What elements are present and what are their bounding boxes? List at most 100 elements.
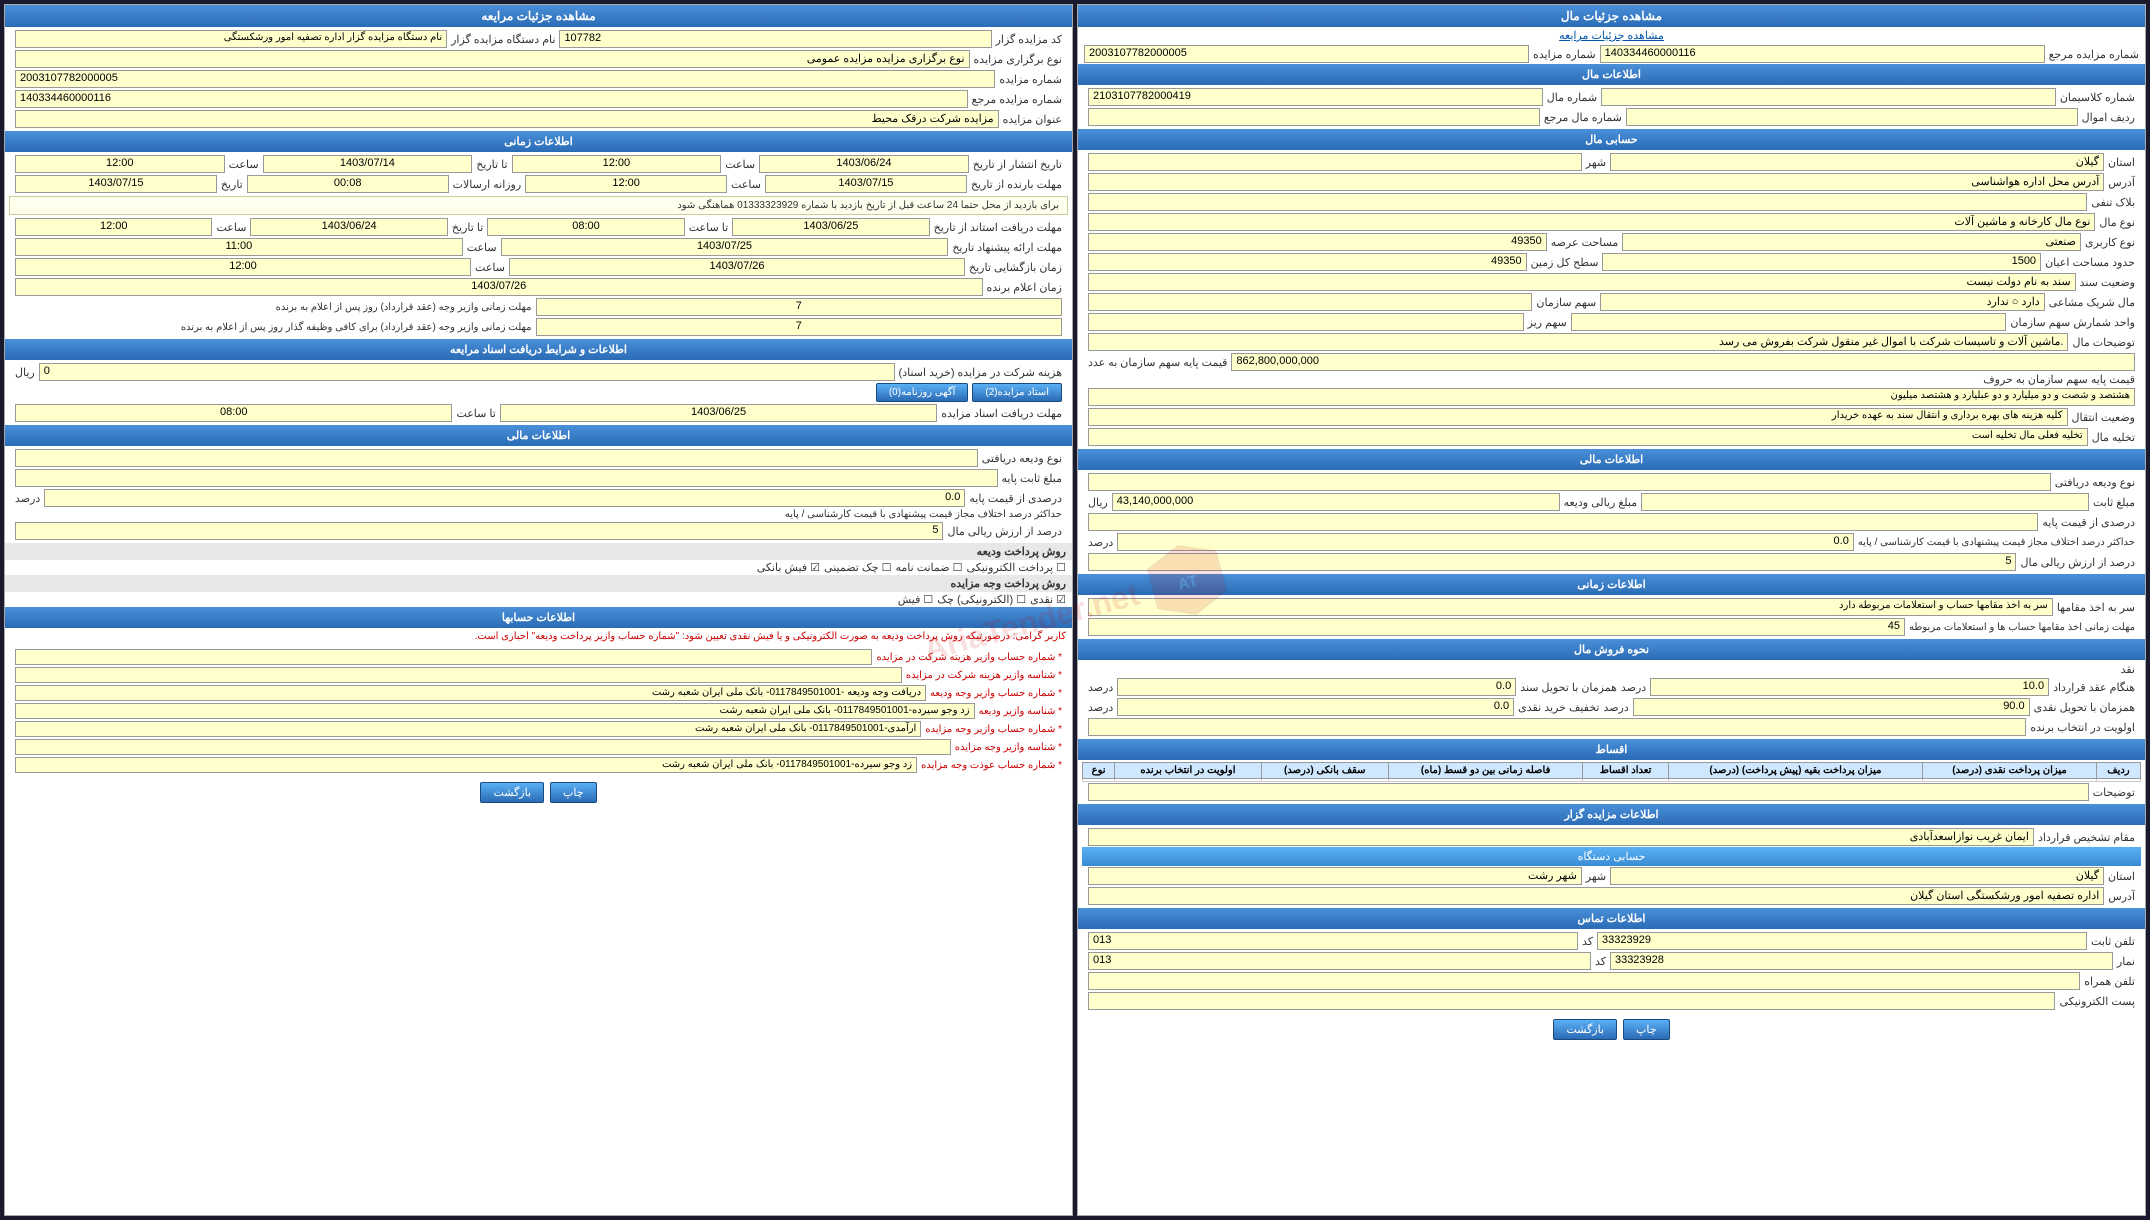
bar-akhd-label: سر به اخذ مقامها [2057, 601, 2135, 614]
account-label-6: * شماره حساب عوذت وجه مزایده [921, 760, 1062, 771]
bar-akhd-value: سر به اخذ مقامها حساب و استعلامات مربوطه… [1088, 598, 2053, 616]
left-zamani-row4: مهلت ارائه پیشنهاد تاریخ 1403/07/25 ساعت… [9, 237, 1068, 257]
onvan-mozayedeh-value: مزایده شرکت درقک محیط [15, 110, 999, 128]
gheimat-paya-value2: هشتصد و شصت و دو میلیارد و دو عبلیارد و … [1088, 388, 2135, 406]
tamas-row3: تلفن همراه [1082, 971, 2141, 991]
mohlat-ostan-ta-tarikh: 1403/06/24 [250, 218, 447, 236]
breadcrumb[interactable]: مشاهده جزئیات مرایعه [1078, 27, 2145, 44]
account-label-5: * شناسه وازیر وجه مزایده [955, 742, 1062, 753]
hesabi-row2: آدرس آدرس محل اداره هواشناسی [1082, 172, 2141, 192]
telf-hamrah-value [1088, 972, 2080, 990]
agahi-rozname-btn[interactable]: آگهی روزنامه(0) [876, 383, 969, 402]
shomare-kalas-value [1601, 88, 2056, 106]
shmara-mal-label: شماره مال [1547, 91, 1597, 104]
taghlil-value: 0.0 [1117, 698, 1514, 716]
tozih-hamahangi-value: برای بازدید از محل حتما 24 ساعت قبل از ت… [16, 198, 1061, 213]
pardakht-electronic: ☐ پرداخت الکترونیکی [967, 561, 1066, 574]
asnad-row1: هزینه شرکت در مزایده (خرید اسناد) 0 ریال [9, 362, 1068, 382]
nov-vadieh-label: نوع ودیعه دریافتی [2055, 476, 2135, 489]
left-zamani-title: اطلاعات زمانی [5, 131, 1072, 152]
tozih-label: توضیحات [2093, 786, 2135, 799]
mali-info-content: نوع ودیعه دریافتی مبلغ ثابت مبلغ ریالی و… [1078, 470, 2145, 574]
forush-row3: همزمان با تحویل نقدی 90.0 درصد تخفیف خری… [1082, 697, 2141, 717]
pardakht-voje-title-row: روش پرداخت وجه مزایده [5, 575, 1072, 592]
naghd-label: نقد [2121, 663, 2135, 676]
left-zamani-row6: زمان اعلام برنده 1403/07/26 [9, 277, 1068, 297]
mohlat-zamani-label: مهلت زمانی اخذ مقامها حساب ها و استعلاما… [1909, 622, 2135, 633]
darsad-arsh-label: درصد از ارزش ریالی مال [2020, 556, 2135, 569]
col-saqf: سقف بانکی (درصد) [1261, 763, 1388, 779]
account-label-2: * شماره حساب وازیر وجه ودیعه [930, 688, 1062, 699]
col-fasele: فاصله زمانی بین دو قسط (ماه) [1388, 763, 1583, 779]
mali-info-title: اطلاعات مالی [1078, 449, 2145, 470]
left-zamani-row2: مهلت بارنده از تاریخ 1403/07/15 ساعت 12:… [9, 174, 1068, 194]
saat-enteshar-ta: 12:00 [15, 155, 225, 173]
saat-label2: ساعت [229, 158, 259, 171]
account-label-0: * شماره حساب وازیر هزینه شرکت در مزایده [876, 652, 1062, 663]
name-dastgah-label: نام دستگاه مزایده گزار [451, 33, 555, 46]
darsad-unit: درصد [1088, 536, 1113, 549]
radif-amval-label: ردیف اموال [2082, 111, 2135, 124]
account-label-4: * شماره حساب وازیر وجه مزایده [925, 724, 1062, 735]
vahed-sharsh-label: واحد شمارش سهم سازمان [2010, 316, 2135, 329]
account-row-2: * شماره حساب وازیر وجه ودیعه دریافت وجه … [9, 684, 1068, 702]
ostad-mozayedeh-btn[interactable]: استاد مزایده(2) [972, 383, 1062, 402]
mohlat-ostan-az-saat: 08:00 [487, 218, 684, 236]
hamzaman-naghd-value: 90.0 [1633, 698, 2030, 716]
mohlat-daryaft-az: 1403/06/25 [500, 404, 937, 422]
col-baghi: میزان پرداخت بقیه (پیش پرداخت) (درصد) [1668, 763, 1923, 779]
mohlat-value: 45 [1088, 618, 1905, 636]
tozih-mal-value: ماشین آلات و تاسیسات شرکت با اموال غیر م… [1088, 333, 2068, 351]
left-bargasht-button[interactable]: بازگشت [480, 782, 544, 803]
masahat-arza-label: مساحت عرصه [1551, 236, 1619, 249]
namar-label: نمار [2117, 955, 2135, 968]
darsad-arsh-value: 5 [1088, 553, 2016, 571]
shomare-mal-label: شماره کلاسیمان [2060, 91, 2135, 104]
tozih-row: توضیحات [1082, 782, 2141, 802]
right-panel-title: مشاهده جزئیات مال [1078, 5, 2145, 27]
aqsat-content: ردیف میزان پرداخت نقدی (درصد) میزان پردا… [1078, 760, 2145, 804]
vaziyat-sanad-value: سند به نام دولت نیست [1088, 273, 2076, 291]
mohlat-vazie-value: 7 [536, 318, 1063, 336]
magham-value: ایمان غریب نوازاسعدآبادی [1088, 828, 2034, 846]
mal-sharik-value: دارد ○ ندارد [1600, 293, 2044, 311]
tamas-row2: نمار 33323928 کد 013 [1082, 951, 2141, 971]
asnad-row3: مهلت دریافت اسناد مزایده 1403/06/25 تا س… [9, 403, 1068, 423]
gzar-row1: مقام تشخیص قرارداد ایمان غریب نوازاسعدآب… [1082, 827, 2141, 847]
hesabi-mal-title: حسابی مال [1078, 129, 2145, 150]
rial-label2: ریال [15, 366, 35, 379]
zamani-row2: مهلت زمانی اخذ مقامها حساب ها و استعلاما… [1082, 617, 2141, 637]
tozih-hamahangi-row: برای بازدید از محل حتما 24 ساعت قبل از ت… [9, 196, 1068, 215]
telf-hamrah-label: تلفن همراه [2084, 975, 2135, 988]
left-zamani-row1: تاریخ انتشار از تاریخ 1403/06/24 ساعت 12… [9, 154, 1068, 174]
hesabi-row9: واحد شمارش سهم سازمان سهم ریز [1082, 312, 2141, 332]
mablag-sabt-label: مبلغ ثابت [2093, 496, 2135, 509]
tahliyeh-mal-label: تخلیه مال [2092, 431, 2135, 444]
mohlat-barnade-label: مهلت بارنده از تاریخ [971, 178, 1062, 191]
mohlat-ostan-ta-saat: 12:00 [15, 218, 212, 236]
account-label-3: * شناسه وازیر ودیعه [979, 706, 1062, 717]
vaziyat-sanad-label: وضعیت سند [2080, 276, 2135, 289]
tamas-row4: پست الکترونیکی [1082, 991, 2141, 1011]
gheimat-paya-value-row: هشتصد و شصت و دو میلیارد و دو عبلیارد و … [1082, 387, 2141, 407]
right-chap-button[interactable]: چاپ [1623, 1019, 1670, 1040]
forush-title: نحوه فروش مال [1078, 639, 2145, 660]
ta-saat-label: تا ساعت [689, 221, 728, 234]
left-darsad-gheimat-label: درصدی از قیمت پایه [969, 492, 1062, 505]
mali-row2: مبلغ ثابت مبلغ ریالی ودیعه 43,140,000,00… [1082, 492, 2141, 512]
forush-row1: نقد [1082, 662, 2141, 677]
left-chap-button[interactable]: چاپ [550, 782, 597, 803]
zamani-info-title: اطلاعات زمانی [1078, 574, 2145, 595]
left-row3: شماره مزایده 2003107782000005 [9, 69, 1068, 89]
gzar-ostan-value: گیلان [1610, 867, 2104, 885]
rozane-value: 00:08 [247, 175, 449, 193]
darsad-gheimat-label: درصدی از قیمت پایه [2042, 516, 2135, 529]
left-zamani-row3: مهلت دریافت استاند از تاریخ 1403/06/25 ت… [9, 217, 1068, 237]
pardakht-voje-options-row: ☑ نقدی ☐ (الکترونیکی) چک ☐ فیش [5, 592, 1072, 607]
ostan-label: استان [2108, 156, 2135, 169]
hangam-value: 10.0 [1650, 678, 2049, 696]
masahat-arza-value: 49350 [1088, 233, 1547, 251]
col-avlaviyat: اولویت در انتخاب برنده [1115, 763, 1261, 779]
right-bargasht-button[interactable]: بازگشت [1553, 1019, 1617, 1040]
left-mali-row5: درصد از ارزش ریالی مال 5 [9, 521, 1068, 541]
